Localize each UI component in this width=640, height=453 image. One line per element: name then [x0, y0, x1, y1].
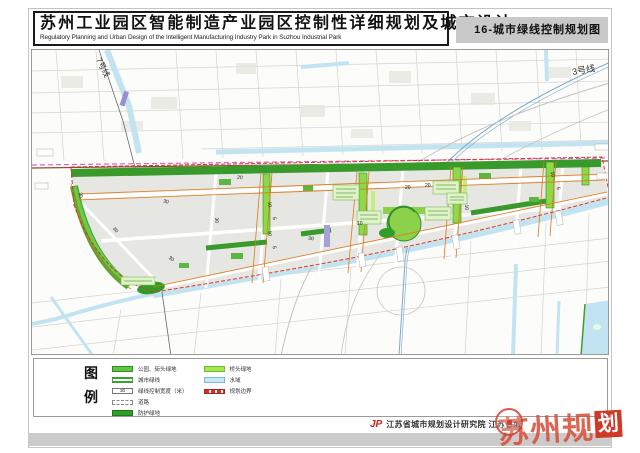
- watermark-boxed-char: 划: [594, 410, 622, 438]
- legend-item: 30 绿线控制宽度（米）: [112, 387, 188, 395]
- legend-swatch-widthbox: 30: [112, 388, 133, 394]
- legend-swatch-road: [112, 400, 133, 405]
- background-buildings: [61, 63, 571, 138]
- legend-item: 防护绿地: [112, 409, 188, 417]
- legend-title: 图例: [81, 363, 101, 411]
- legend-swatch-boundary: [204, 389, 225, 394]
- legend-swatch-protective: [112, 410, 133, 416]
- legend-label: 道路: [138, 398, 149, 406]
- legend-item: 桥头绿地: [204, 365, 252, 373]
- sheet-number-label: 16-城市绿线控制规划图: [456, 17, 608, 43]
- legend-label: 桥头绿地: [230, 365, 252, 373]
- legend-item: 道路: [112, 398, 188, 406]
- legend-columns: 公园、街头绿地城市绿线 30 绿线控制宽度（米） 道路防护绿地 桥头绿地水域规划边界: [112, 365, 252, 417]
- metro-station-marker-site: [324, 225, 330, 247]
- legend-swatch-park: [112, 366, 133, 372]
- jp-institute-logo: JP: [370, 420, 382, 430]
- project-title-cn: 苏州工业园区智能制造产业园区控制性详细规划及城市设计: [40, 14, 443, 34]
- planning-sheet-page: 苏州工业园区智能制造产业园区控制性详细规划及城市设计 Regulatory Pl…: [0, 0, 640, 453]
- lake-island: [593, 324, 601, 330]
- legend-label: 防护绿地: [138, 409, 160, 417]
- red-seal-stamp: [495, 408, 523, 436]
- map-canvas: [32, 50, 609, 355]
- legend-label: 规划边界: [230, 387, 252, 395]
- legend-swatch-greenline: [112, 377, 133, 383]
- legend-swatch-water: [204, 377, 225, 383]
- title-block: 苏州工业园区智能制造产业园区控制性详细规划及城市设计 Regulatory Pl…: [33, 11, 449, 46]
- legend-item: 规划边界: [204, 387, 252, 395]
- legend-label: 公园、街头绿地: [138, 365, 177, 373]
- legend-item: 水域: [204, 376, 252, 384]
- legend-item: 城市绿线: [112, 376, 188, 384]
- map-frame: [31, 49, 609, 355]
- legend-label: 水域: [230, 376, 241, 384]
- legend-label: 绿线控制宽度（米）: [138, 387, 188, 395]
- legend-label: 城市绿线: [138, 376, 160, 384]
- legend-item: 公园、街头绿地: [112, 365, 188, 373]
- legend-column-right: 桥头绿地水域规划边界: [204, 365, 252, 417]
- project-title-en: Regulatory Planning and Urban Design of …: [40, 34, 443, 42]
- legend-column-left: 公园、街头绿地城市绿线 30 绿线控制宽度（米） 道路防护绿地: [112, 365, 188, 417]
- legend-swatch-bridge: [204, 366, 225, 372]
